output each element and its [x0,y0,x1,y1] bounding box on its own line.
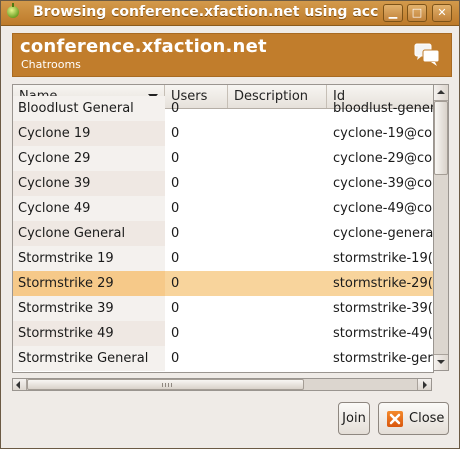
horizontal-scroll-thumb[interactable] [27,379,304,390]
room-name: Stormstrike 49 [13,321,165,346]
room-users: 0 [171,326,180,341]
room-users: 0 [171,176,180,191]
horizontal-scrollbar[interactable] [12,378,432,391]
table-rows: Bloodlust General 0 bloodlust-gener Cycl… [13,96,433,371]
chat-bubbles-icon [414,43,440,66]
table-row[interactable]: Cyclone 49 0 cyclone-49@co [13,196,433,221]
room-description [228,146,327,171]
table-row[interactable]: Cyclone 19 0 cyclone-19@co [13,121,433,146]
scroll-down-button[interactable] [434,354,448,370]
window-close-icon: ✕ [437,6,447,19]
room-users: 0 [171,301,180,316]
room-description [228,196,327,221]
room-id: stormstrike-ger [333,351,433,366]
table-row[interactable]: Cyclone 39 0 cyclone-39@co [13,171,433,196]
close-button[interactable]: Close [378,402,449,435]
table-row[interactable]: Cyclone General 0 cyclone-genera [13,221,433,246]
vertical-scrollbar[interactable] [433,84,449,371]
arrow-up-icon [437,90,445,94]
table-row[interactable]: Cyclone 29 0 cyclone-29@co [13,146,433,171]
room-name: Cyclone 29 [13,146,165,171]
room-description [228,171,327,196]
room-users: 0 [171,251,180,266]
browse-rooms-window: Browsing conference.xfaction.net using a… [0,0,460,449]
close-button-label: Close [409,411,445,426]
table-row-selected[interactable]: Stormstrike 29 0 stormstrike-29( [13,271,433,296]
minimize-button[interactable]: ▁ [383,4,403,22]
join-button-label: Join [342,411,366,426]
room-description [228,321,327,346]
app-icon [7,3,19,18]
join-button[interactable]: Join [338,402,370,435]
scroll-left-button[interactable] [13,379,27,390]
close-x-icon [387,411,403,427]
table-row[interactable]: Stormstrike 39 0 stormstrike-39( [13,296,433,321]
room-name: Cyclone General [13,221,165,246]
room-id: stormstrike-39( [333,301,433,316]
room-description [228,221,327,246]
room-id: cyclone-genera [333,226,433,241]
room-id: bloodlust-gener [333,101,433,116]
window-close-button[interactable]: ✕ [432,4,452,22]
server-header: conference.xfaction.net Chatrooms [12,33,452,77]
arrow-left-icon [16,381,20,389]
room-id: cyclone-39@co [333,176,433,191]
room-users: 0 [171,226,180,241]
room-users: 0 [171,126,180,141]
room-users: 0 [171,351,180,366]
arrow-down-icon [437,360,445,364]
room-id: cyclone-29@co [333,151,433,166]
scroll-up-button[interactable] [434,85,448,101]
maximize-icon: □ [411,6,423,19]
room-name: Stormstrike General [13,346,165,371]
vertical-scroll-thumb[interactable] [434,101,448,175]
minimize-icon: ▁ [388,6,398,19]
room-description [228,121,327,146]
room-description [228,296,327,321]
room-description [228,346,327,371]
room-name: Stormstrike 29 [13,271,165,296]
room-description [228,96,327,121]
room-id: stormstrike-49( [333,326,433,341]
room-name: Cyclone 39 [13,171,165,196]
room-name: Cyclone 49 [13,196,165,221]
maximize-button[interactable]: □ [407,4,427,22]
room-description [228,246,327,271]
table-row[interactable]: Stormstrike 19 0 stormstrike-19( [13,246,433,271]
room-name: Bloodlust General [13,96,165,121]
table-row[interactable]: Bloodlust General 0 bloodlust-gener [13,96,433,121]
room-users: 0 [171,201,180,216]
table-row[interactable]: Stormstrike 49 0 stormstrike-49( [13,321,433,346]
room-name: Stormstrike 39 [13,296,165,321]
window-title: Browsing conference.xfaction.net using a… [33,4,378,20]
room-description [228,271,327,296]
grip-icon [162,383,174,387]
room-users: 0 [171,151,180,166]
server-name: conference.xfaction.net [20,36,267,57]
room-users: 0 [171,276,180,291]
room-id: stormstrike-29( [333,276,433,291]
room-users: 0 [171,101,180,116]
room-name: Cyclone 19 [13,121,165,146]
room-id: stormstrike-19( [333,251,433,266]
table-row[interactable]: Stormstrike General 0 stormstrike-ger [13,346,433,371]
arrow-right-icon [423,381,427,389]
room-name: Stormstrike 19 [13,246,165,271]
room-id: cyclone-19@co [333,126,433,141]
title-bar[interactable]: Browsing conference.xfaction.net using a… [1,1,459,26]
room-id: cyclone-49@co [333,201,433,216]
scroll-right-button[interactable] [417,379,431,390]
server-subtitle: Chatrooms [21,58,81,71]
room-list[interactable]: Name Users Description Id Bloodlust Gene… [12,84,434,373]
